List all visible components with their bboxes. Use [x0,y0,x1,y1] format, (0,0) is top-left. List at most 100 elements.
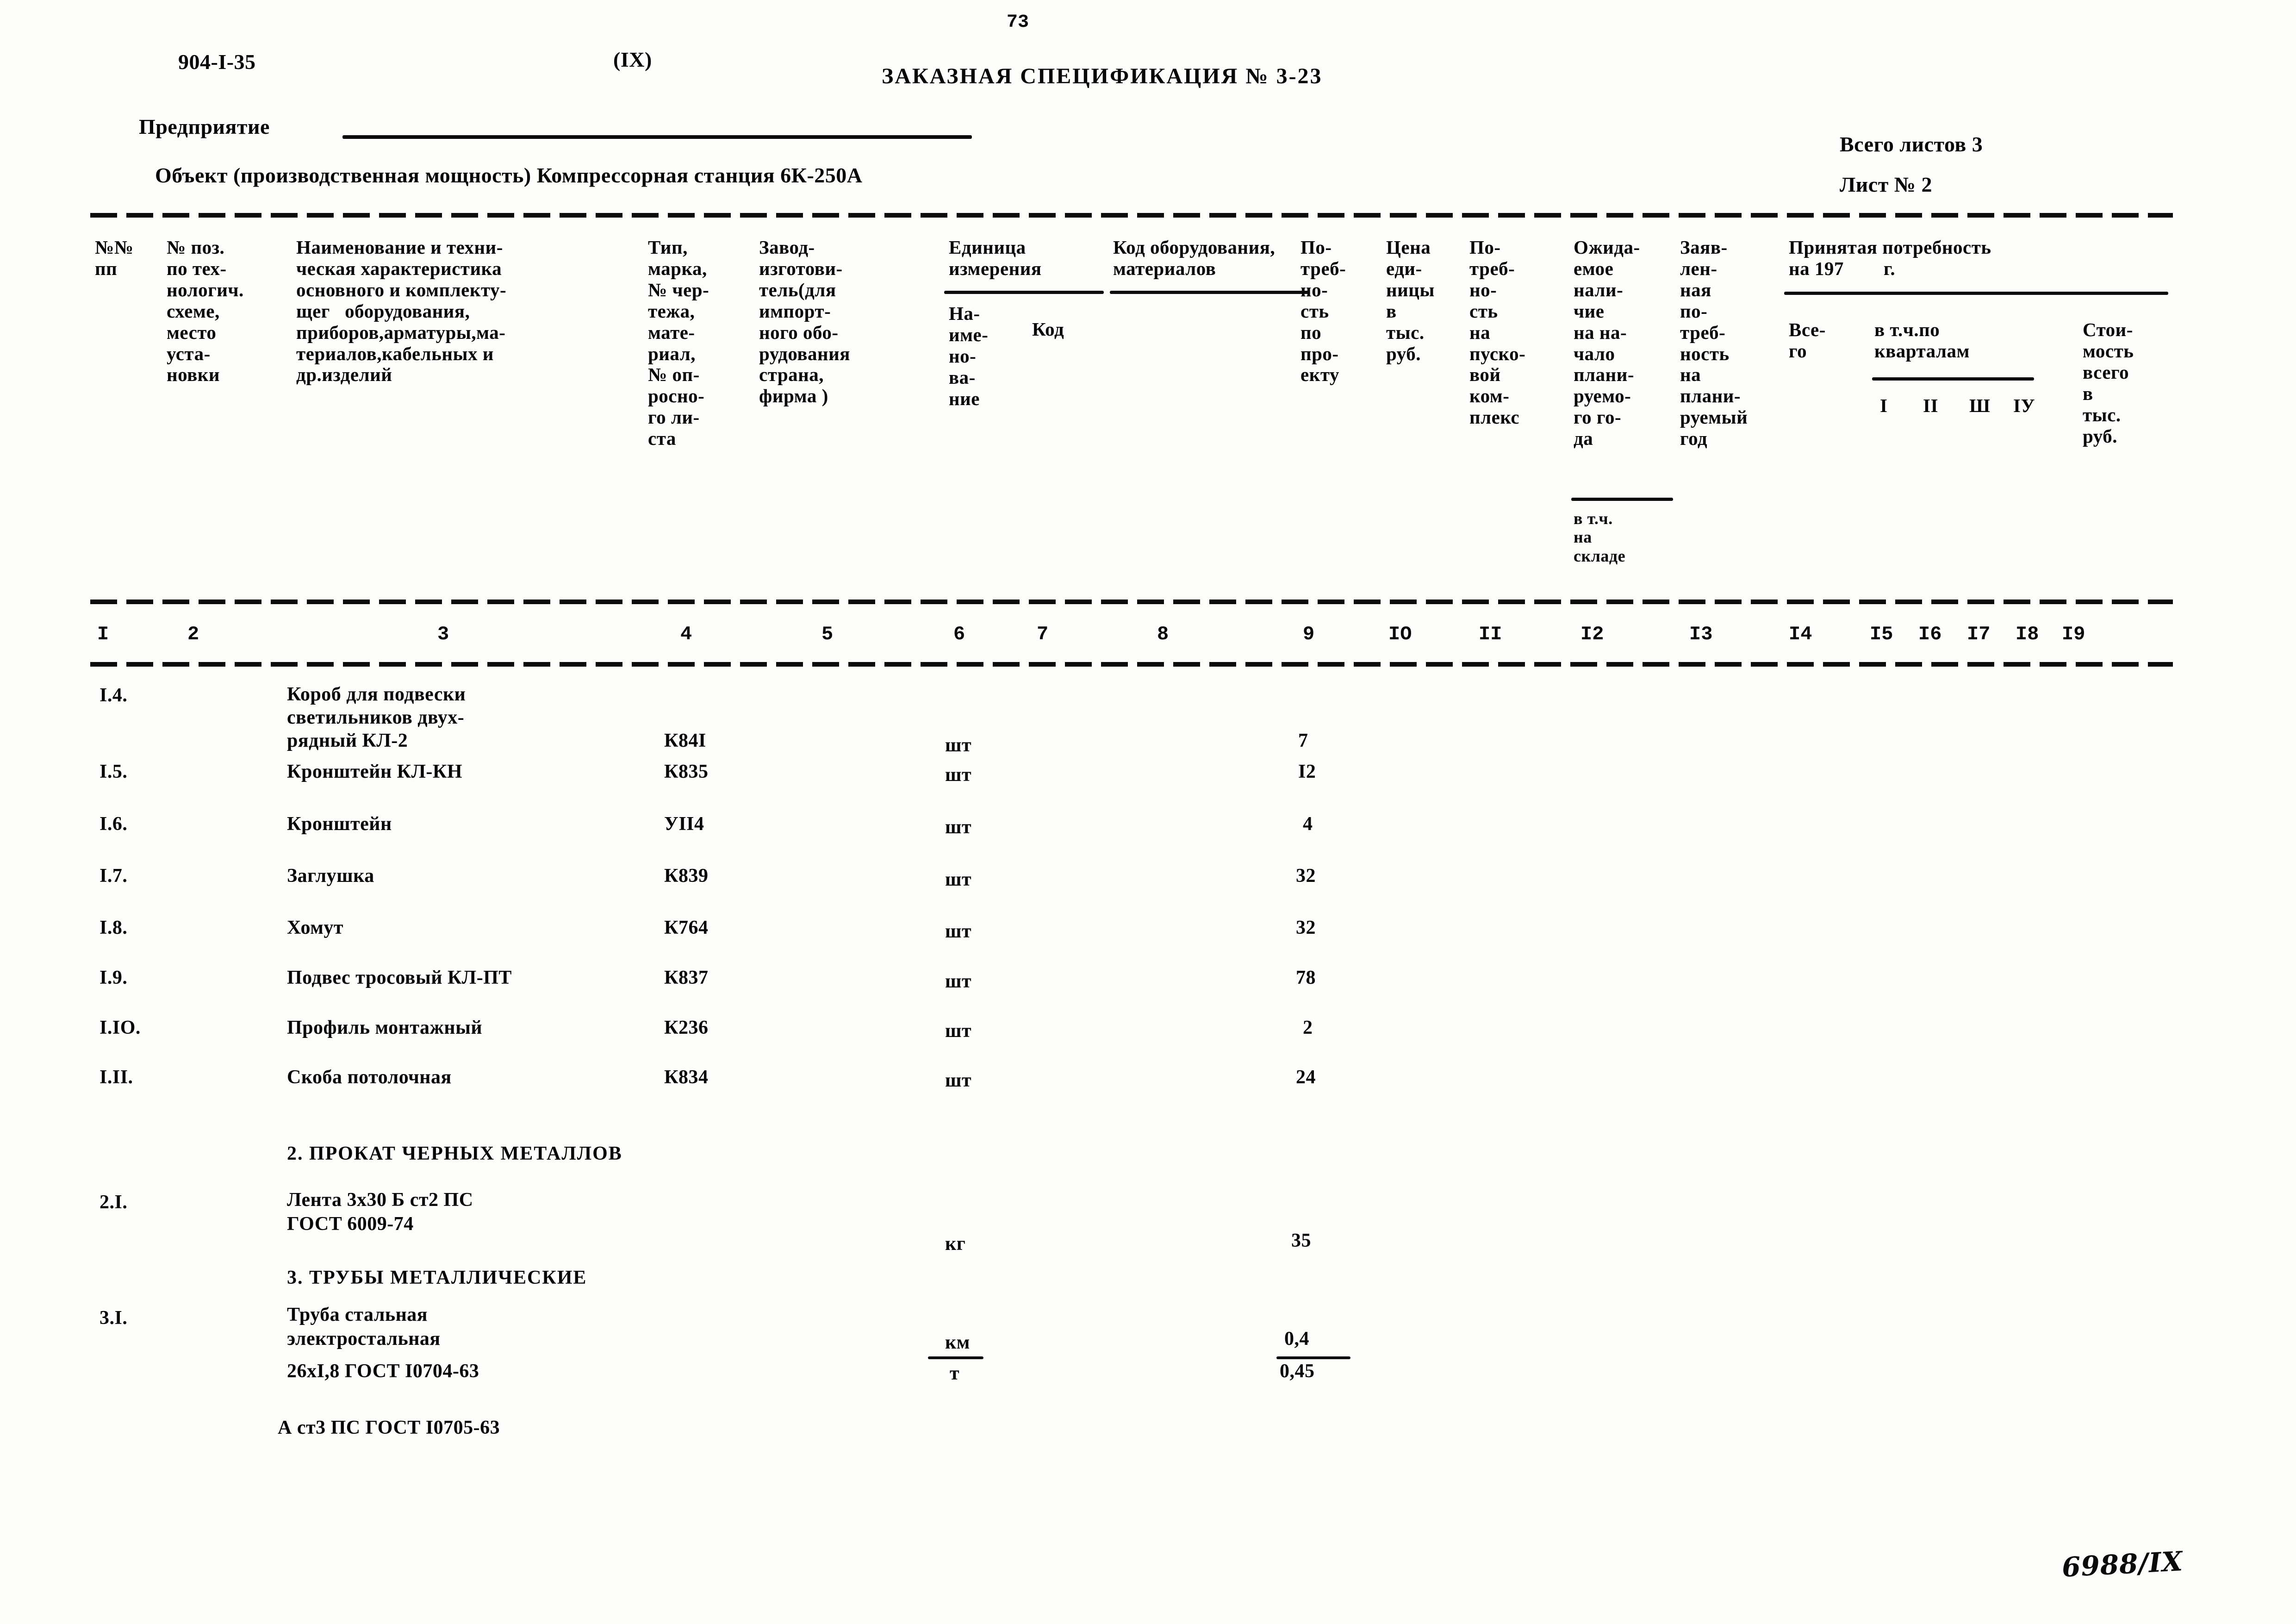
column-number-12: I2 [1580,623,1604,645]
column-number-18: I8 [2016,623,2039,645]
table-row-name: Труба стальная [287,1304,428,1325]
column-number-6: 6 [953,623,965,645]
column-number-2: 2 [187,623,199,645]
table-row-pos: 2.I. [100,1192,128,1213]
table-row-type: К834 [664,1067,709,1088]
header-col-8-rule [1110,291,1309,294]
table-row-qty-denominator: 0,45 [1280,1361,1315,1382]
header-col-14: Все- го [1789,319,1826,362]
header-quarters-group: в т.ч.по кварталам [1874,319,1970,362]
object-line: Объект (производственная мощность) Компр… [155,163,863,187]
column-number-15: I5 [1870,623,1893,645]
enterprise-fill-line [342,135,972,139]
table-row-name: ГОСТ 6009-74 [287,1213,414,1235]
table-row-note: А ст3 ПС ГОСТ I0705-63 [278,1417,500,1438]
column-number-14: I4 [1789,623,1812,645]
header-col-4: Тип, марка, № чер- тежа, мате- риал, № о… [648,237,709,450]
table-row-type: УII4 [664,813,704,835]
table-row-type: К84I [664,730,706,751]
sheet-number: Лист № 2 [1840,173,1933,196]
column-number-17: I7 [1967,623,1991,645]
header-col-12: Ожида- емое нали- чие на на- чало плани-… [1574,237,1640,450]
header-quarter-4: IУ [2013,395,2035,416]
column-number-9: 9 [1303,623,1315,645]
header-col-5: Завод- изготови- тель(для импорт- ного о… [759,237,850,407]
column-number-1: I [97,623,109,645]
table-row-qty: 24 [1296,1067,1316,1088]
header-accepted-demand-group: Принятая потребность на 197 г. [1789,237,1991,279]
table-row-type: К764 [664,917,709,938]
table-row-type: К839 [664,865,709,887]
table-row-unit: кг [945,1233,966,1255]
table-header-bottom-rule [90,600,2173,604]
table-row-pos: I.9. [100,967,128,988]
table-row-qty: I2 [1298,761,1316,782]
table-row-unit: шт [945,921,972,942]
header-quarter-3: Ш [1969,395,1991,416]
column-number-7: 7 [1037,623,1049,645]
table-row-pos: I.7. [100,865,128,887]
table-row-name: рядный КЛ-2 [287,730,408,751]
table-row-unit-numerator: км [945,1332,970,1353]
table-row-unit: шт [945,817,972,838]
table-row-type: К236 [664,1017,709,1038]
document-title: ЗАКАЗНАЯ СПЕЦИФИКАЦИЯ № 3-23 [882,64,1323,88]
page-number: 73 [1007,12,1029,33]
table-row-unit: шт [945,1070,972,1091]
header-col-2: № поз. по тех- нологич. схеме, место уст… [167,237,244,386]
header-col-9: По- треб- но- сть по про- екту [1300,237,1346,386]
table-row-name: Скоба потолочная [287,1067,452,1088]
table-row-pos: I.IO. [100,1017,141,1038]
column-number-13: I3 [1689,623,1713,645]
column-number-5: 5 [821,623,834,645]
header-col-19: Стои- мость всего в тыс. руб. [2083,319,2134,447]
table-row-type: К835 [664,761,709,782]
table-row-name: Профиль монтажный [287,1017,483,1038]
header-col-6: На- име- но- ва- ние [949,303,989,409]
document-code: 904-I-35 [178,50,256,74]
table-row-qty: 78 [1296,967,1316,988]
table-row-pos: I.II. [100,1067,133,1088]
column-number-4: 4 [680,623,692,645]
qty-fraction-bar [1276,1356,1350,1359]
document-page: 73 904-I-35 (IX) ЗАКАЗНАЯ СПЕЦИФИКАЦИЯ №… [0,0,2296,1624]
table-body-top-rule [90,662,2173,667]
table-row-name: светильников двух- [287,707,465,728]
column-number-3: 3 [437,623,449,645]
header-col-10: Цена еди- ницы в тыс. руб. [1386,237,1435,364]
total-sheets: Всего листов 3 [1840,132,1983,156]
table-row-name: Хомут [287,917,343,938]
table-top-rule [90,213,2173,218]
header-quarter-1: I [1880,395,1888,416]
table-row-unit-denominator: т [950,1363,960,1384]
table-row-pos: I.4. [100,685,128,706]
table-row-qty: 4 [1303,813,1313,835]
table-row-unit: шт [945,764,972,786]
section-heading-3: 3. ТРУБЫ МЕТАЛЛИЧЕСКИЕ [287,1267,587,1288]
header-col-13: Заяв- лен- ная по- треб- ность на плани-… [1680,237,1748,450]
header-quarter-2: II [1923,395,1938,416]
unit-fraction-bar [928,1356,983,1359]
table-row-pos: I.5. [100,761,128,782]
header-col-12-sub: в т.ч. на складе [1574,509,1626,565]
table-row-unit: шт [945,971,972,992]
archive-handwritten-mark: 6988/IX [2061,1545,2184,1583]
column-number-11: II [1479,623,1502,645]
header-col-8: Код оборудования, материалов [1113,237,1276,279]
table-row-type: К837 [664,967,709,988]
header-col-7: Код [1032,319,1064,340]
table-row-unit: шт [945,1020,972,1042]
table-row-name: Заглушка [287,865,374,887]
table-row-pos: I.8. [100,917,128,938]
table-row-name: Короб для подвески [287,684,466,705]
table-row-pos: I.6. [100,813,128,835]
enterprise-label: Предприятие [139,115,270,138]
header-col-1: №№ пп [95,237,134,279]
table-row-qty: 35 [1291,1230,1311,1251]
header-accepted-demand-rule [1784,292,2168,295]
header-col-6-group-rule [944,291,1104,294]
header-col-6-group: Единица измерения [949,237,1042,279]
header-col-11: По- треб- но- сть на пуско- вой ком- пле… [1469,237,1526,428]
header-col-3: Наименование и техни- ческая характерист… [296,237,507,386]
table-row-unit: шт [945,735,972,756]
